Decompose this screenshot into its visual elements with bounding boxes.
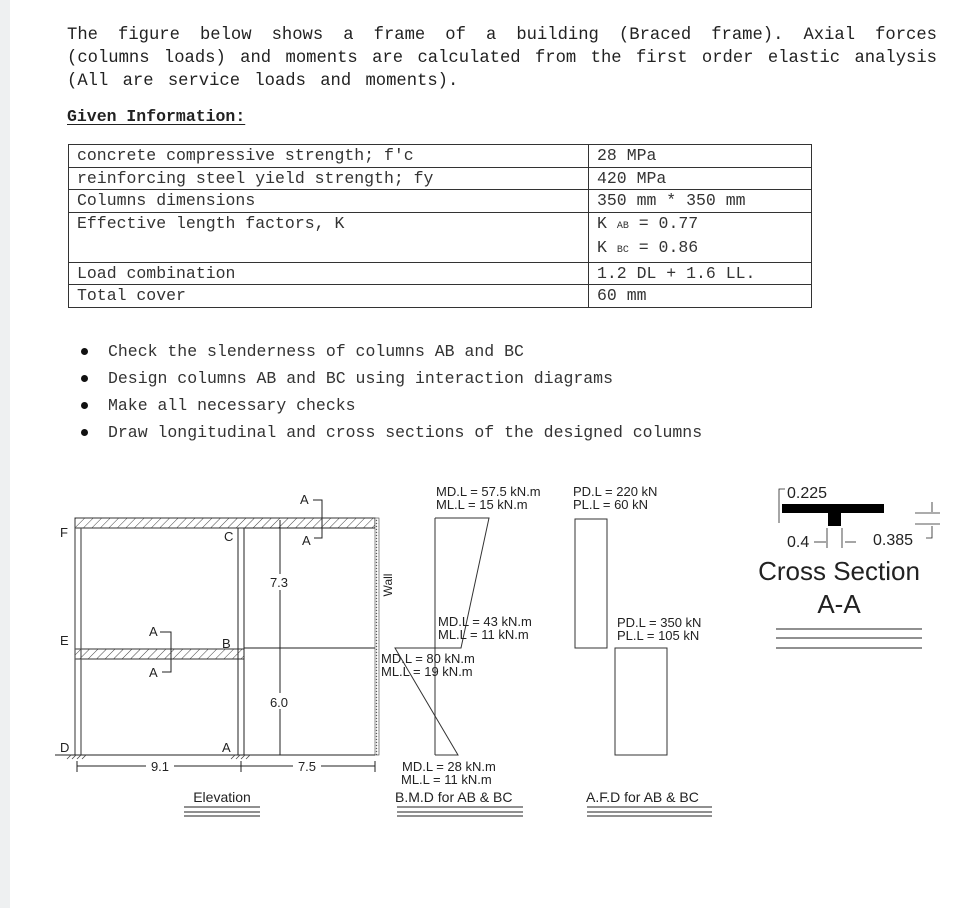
table-row: Columns dimensions 350 mm * 350 mm — [68, 189, 812, 213]
dim-web-width: 0.4 — [787, 534, 809, 551]
elevation-drawing: Wall 7.3 6.0 9.1 7.5 F E D C B A A A A A… — [55, 492, 395, 817]
joint-label-e: E — [60, 633, 69, 648]
bmd-mid-upper-ml: ML.L = 11 kN.m — [438, 627, 529, 642]
row-value: 60 mm — [588, 284, 812, 308]
cross-section-subtitle: A-A — [817, 589, 861, 619]
row-value: 1.2 DL + 1.6 LL. — [588, 261, 812, 285]
table-row: Effective length factors, K K AB = 0.77 … — [68, 211, 812, 263]
support-hatch-a — [230, 754, 251, 760]
cross-section-a-a: 0.225 0.4 0.385 Cross Section A-A — [758, 485, 940, 649]
k-subscript: BC — [616, 245, 629, 256]
intro-paragraph: The figure below shows a frame of a buil… — [67, 26, 937, 91]
floor-slab — [74, 648, 245, 660]
elevation-title: Elevation — [193, 789, 251, 805]
row-label: Total cover — [68, 284, 589, 308]
k-ab-line: K AB = 0.77 — [597, 213, 803, 238]
joint-label-f: F — [60, 525, 68, 540]
row-value: 28 MPa — [588, 144, 812, 168]
row-label: concrete compressive strength; f′c — [68, 144, 589, 168]
wall-hatch — [374, 517, 380, 756]
span-right-label: 7.5 — [298, 759, 316, 774]
t-section-web — [828, 513, 841, 526]
row-label: Load combination — [68, 261, 589, 285]
t-section-flange — [782, 504, 884, 513]
k-symbol: K — [597, 238, 607, 257]
table-row: Total cover 60 mm — [68, 284, 812, 308]
k-value: = 0.77 — [638, 213, 699, 233]
task-item: Check the slenderness of columns AB and … — [78, 338, 702, 365]
section-mark-a: A — [149, 624, 158, 639]
structural-figure: Wall 7.3 6.0 9.1 7.5 F E D C B A A A A A… — [55, 484, 940, 817]
dim-depth: 0.385 — [873, 532, 913, 549]
row-label: Columns dimensions — [68, 189, 589, 213]
joint-label-c: C — [224, 529, 233, 544]
roof-slab — [74, 517, 376, 529]
bmd-mid-lower-ml: ML.L = 19 kN.m — [381, 664, 473, 679]
given-information-heading: Given Information: — [67, 107, 246, 126]
joint-label-a: A — [222, 740, 231, 755]
afd-upper-pl: PL.L = 60 kN — [573, 497, 648, 512]
table-row: reinforcing steel yield strength; fy 420… — [68, 166, 812, 190]
cross-section-title: Cross Section — [758, 556, 920, 586]
span-left-label: 9.1 — [151, 759, 169, 774]
axial-force-diagram: PD.L = 220 kN PL.L = 60 kN PD.L = 350 kN… — [573, 484, 712, 817]
afd-lower-pl: PL.L = 105 kN — [617, 628, 699, 643]
height-lower-label: 6.0 — [270, 695, 288, 710]
afd-lower-bar — [614, 647, 668, 756]
afd-title: A.F.D for AB & BC — [586, 789, 699, 805]
table-row: Load combination 1.2 DL + 1.6 LL. — [68, 261, 812, 285]
wall-label: Wall — [381, 574, 395, 597]
bending-moment-diagram: MD.L = 57.5 kN.m ML.L = 15 kN.m MD.L = 4… — [381, 484, 541, 817]
bmd-top-ml: ML.L = 15 kN.m — [436, 497, 528, 512]
task-item: Design columns AB and BC using interacti… — [78, 365, 702, 392]
section-mark-a: A — [300, 492, 309, 507]
k-subscript: AB — [616, 220, 629, 232]
given-information-table: concrete compressive strength; f′c 28 MP… — [68, 144, 812, 308]
bmd-bottom-ml: ML.L = 11 kN.m — [401, 772, 492, 787]
height-upper-label: 7.3 — [270, 575, 288, 590]
section-mark-a: A — [149, 665, 158, 680]
section-mark-a: A — [302, 533, 311, 548]
joint-label-d: D — [60, 740, 69, 755]
support-hatch-d — [66, 754, 87, 760]
k-symbol: K — [597, 213, 607, 233]
afd-upper-bar — [574, 518, 608, 649]
k-value: = 0.86 — [638, 238, 699, 257]
joint-label-b: B — [222, 636, 231, 651]
dim-flange-thickness: 0.225 — [787, 485, 827, 502]
bmd-title: B.M.D for AB & BC — [395, 789, 512, 805]
task-list: Check the slenderness of columns AB and … — [78, 338, 702, 446]
task-item: Draw longitudinal and cross sections of … — [78, 419, 702, 446]
row-label: Effective length factors, K — [68, 211, 589, 263]
row-value: 420 MPa — [588, 166, 812, 190]
row-label: reinforcing steel yield strength; fy — [68, 166, 589, 190]
k-bc-line: K BC = 0.86 — [597, 237, 803, 262]
row-value-k-factors: K AB = 0.77 K BC = 0.86 — [588, 211, 812, 263]
row-value: 350 mm * 350 mm — [588, 189, 812, 213]
task-item: Make all necessary checks — [78, 392, 702, 419]
table-row: concrete compressive strength; f′c 28 MP… — [68, 144, 812, 168]
dim-arrow — [926, 526, 933, 539]
